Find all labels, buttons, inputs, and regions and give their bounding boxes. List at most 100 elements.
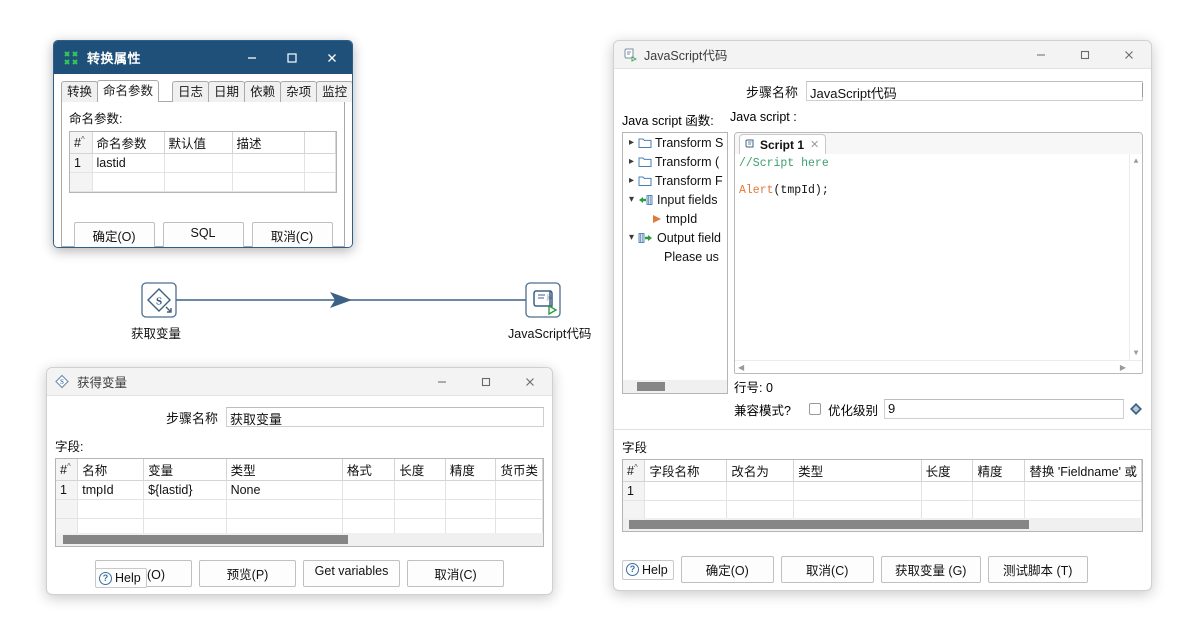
scroll-down-arrow-icon[interactable]: ▼	[1130, 349, 1142, 358]
cell-param-name[interactable]	[92, 173, 164, 192]
cell-field-name[interactable]	[645, 501, 727, 520]
compat-checkbox[interactable]	[809, 403, 821, 415]
table-row[interactable]: 1 tmpId ${lastid} None	[56, 481, 543, 500]
cell-description[interactable]	[232, 154, 304, 173]
minimize-button[interactable]	[1019, 41, 1063, 69]
scroll-right-arrow-icon[interactable]: ▶	[1120, 363, 1126, 372]
cell-length[interactable]	[395, 481, 446, 500]
variable-diamond-icon[interactable]	[1129, 402, 1143, 416]
fields-table[interactable]: #^ 名称 变量 类型 格式 长度 精度 货币类 1 tmpId ${lasti…	[55, 458, 544, 547]
minimize-button[interactable]	[232, 41, 272, 74]
cell-name[interactable]: tmpId	[78, 481, 144, 500]
cell-currency[interactable]	[496, 500, 543, 519]
scrollbar-thumb[interactable]	[629, 520, 1029, 529]
chevron-down-icon[interactable]: ▾	[625, 232, 638, 243]
get-variables-button[interactable]: 获取变量 (G)	[881, 556, 981, 583]
code-vscrollbar[interactable]: ▲ ▼	[1129, 154, 1142, 360]
cell-precision[interactable]	[973, 501, 1025, 520]
cell-length[interactable]	[395, 500, 446, 519]
cell-currency[interactable]	[496, 481, 543, 500]
cell-description[interactable]	[232, 173, 304, 192]
transformation-canvas[interactable]: S 获取变量 js JavaScript代码	[0, 260, 620, 360]
cell-variable[interactable]: ${lastid}	[144, 481, 227, 500]
ok-button[interactable]: 确定(O)	[74, 222, 155, 248]
cell-default[interactable]	[164, 154, 232, 173]
maximize-button[interactable]	[464, 368, 508, 396]
script-editor[interactable]: Script 1 ✕ ▲ ▼ //Script here Alert(tmpId…	[734, 132, 1143, 374]
cell-type[interactable]	[226, 500, 342, 519]
table-row[interactable]: 1 lastid	[70, 154, 336, 173]
js-fields-hscrollbar[interactable]	[623, 518, 1142, 531]
functions-tree[interactable]: ▸ Transform S ▸ Transform ( ▸	[622, 132, 728, 394]
chevron-down-icon[interactable]: ▾	[625, 194, 638, 205]
table-row[interactable]: 1	[623, 482, 1142, 501]
cell-param-name[interactable]: lastid	[92, 154, 164, 173]
minimize-button[interactable]	[420, 368, 464, 396]
step-name-input[interactable]: 获取变量	[226, 407, 544, 427]
cell-type[interactable]	[794, 482, 921, 501]
js-fields-table[interactable]: #^ 字段名称 改名为 类型 长度 精度 替换 'Fieldname' 或 1	[622, 459, 1143, 532]
cell-precision[interactable]	[445, 500, 496, 519]
table-row[interactable]	[56, 500, 543, 519]
named-params-table[interactable]: #^ 命名参数 默认值 描述 1 lastid	[69, 131, 337, 193]
code-hscrollbar[interactable]: ◀ ▶	[735, 360, 1142, 373]
tab-date[interactable]: 日期	[208, 81, 245, 102]
step-name-input[interactable]: JavaScript代码	[806, 81, 1143, 101]
javascript-dialog[interactable]: JavaScript代码 步骤名称 JavaScript代码 Java scri…	[613, 40, 1152, 591]
tree-hscrollbar[interactable]	[623, 380, 727, 393]
get-variables-button[interactable]: Get variables	[303, 560, 400, 587]
tab-named-params[interactable]: 命名参数	[97, 80, 159, 102]
transformation-tabs[interactable]: 转换 命名参数 日志 日期 依赖 杂项 监控	[61, 80, 345, 102]
tree-item-tmpid[interactable]: tmpId	[623, 209, 727, 228]
tab-transform[interactable]: 转换	[61, 81, 98, 102]
chevron-right-icon[interactable]: ▸	[625, 156, 638, 167]
preview-button[interactable]: 预览(P)	[199, 560, 296, 587]
close-icon[interactable]: ✕	[810, 138, 819, 151]
tab-log[interactable]: 日志	[172, 81, 209, 102]
test-script-button[interactable]: 测试脚本 (T)	[988, 556, 1088, 583]
close-button[interactable]	[312, 41, 352, 74]
cell-precision[interactable]	[445, 481, 496, 500]
cell-precision[interactable]	[973, 482, 1025, 501]
cell-length[interactable]	[921, 482, 973, 501]
cell-default[interactable]	[164, 173, 232, 192]
scroll-up-arrow-icon[interactable]: ▲	[1130, 157, 1142, 166]
optimization-input[interactable]: 9	[884, 399, 1124, 419]
scrollbar-thumb[interactable]	[637, 382, 665, 391]
chevron-right-icon[interactable]: ▸	[625, 175, 638, 186]
cell-type[interactable]	[794, 501, 921, 520]
script-tabbar[interactable]: Script 1 ✕	[735, 133, 1142, 154]
tree-item-please-use[interactable]: Please us	[623, 247, 727, 266]
tree-item-transform-constants[interactable]: ▸ Transform (	[623, 152, 727, 171]
tree-item-transform-scripts[interactable]: ▸ Transform S	[623, 133, 727, 152]
scroll-left-arrow-icon[interactable]: ◀	[738, 363, 744, 372]
maximize-button[interactable]	[272, 41, 312, 74]
cell-format[interactable]	[342, 481, 394, 500]
close-button[interactable]	[508, 368, 552, 396]
cell-rename-to[interactable]	[727, 501, 794, 520]
fields-hscrollbar[interactable]	[56, 533, 543, 546]
table-row[interactable]	[623, 501, 1142, 520]
ok-button[interactable]: 确定(O)	[681, 556, 774, 583]
table-row[interactable]	[70, 173, 336, 192]
cancel-button[interactable]: 取消(C)	[252, 222, 333, 248]
code-area[interactable]: ▲ ▼ //Script here Alert(tmpId);	[735, 154, 1142, 360]
script-tab-1[interactable]: Script 1 ✕	[739, 134, 826, 154]
tree-item-input-fields[interactable]: ▾ Input fields	[623, 190, 727, 209]
cell-type[interactable]: None	[226, 481, 342, 500]
tab-monitor[interactable]: 监控	[316, 81, 353, 102]
help-button-container[interactable]: ? Help	[95, 568, 147, 588]
javascript-titlebar[interactable]: JavaScript代码	[614, 41, 1151, 69]
scrollbar-thumb[interactable]	[63, 535, 348, 544]
tab-dependency[interactable]: 依赖	[244, 81, 281, 102]
tree-item-output-fields[interactable]: ▾ Output field	[623, 228, 727, 247]
cancel-button[interactable]: 取消(C)	[781, 556, 874, 583]
cell-field-name[interactable]	[645, 482, 727, 501]
cell-replace[interactable]	[1025, 501, 1142, 520]
cancel-button[interactable]: 取消(C)	[407, 560, 504, 587]
cell-name[interactable]	[78, 500, 144, 519]
close-button[interactable]	[1107, 41, 1151, 69]
help-button[interactable]: ? Help	[622, 560, 674, 580]
cell-length[interactable]	[921, 501, 973, 520]
cell-rename-to[interactable]	[727, 482, 794, 501]
